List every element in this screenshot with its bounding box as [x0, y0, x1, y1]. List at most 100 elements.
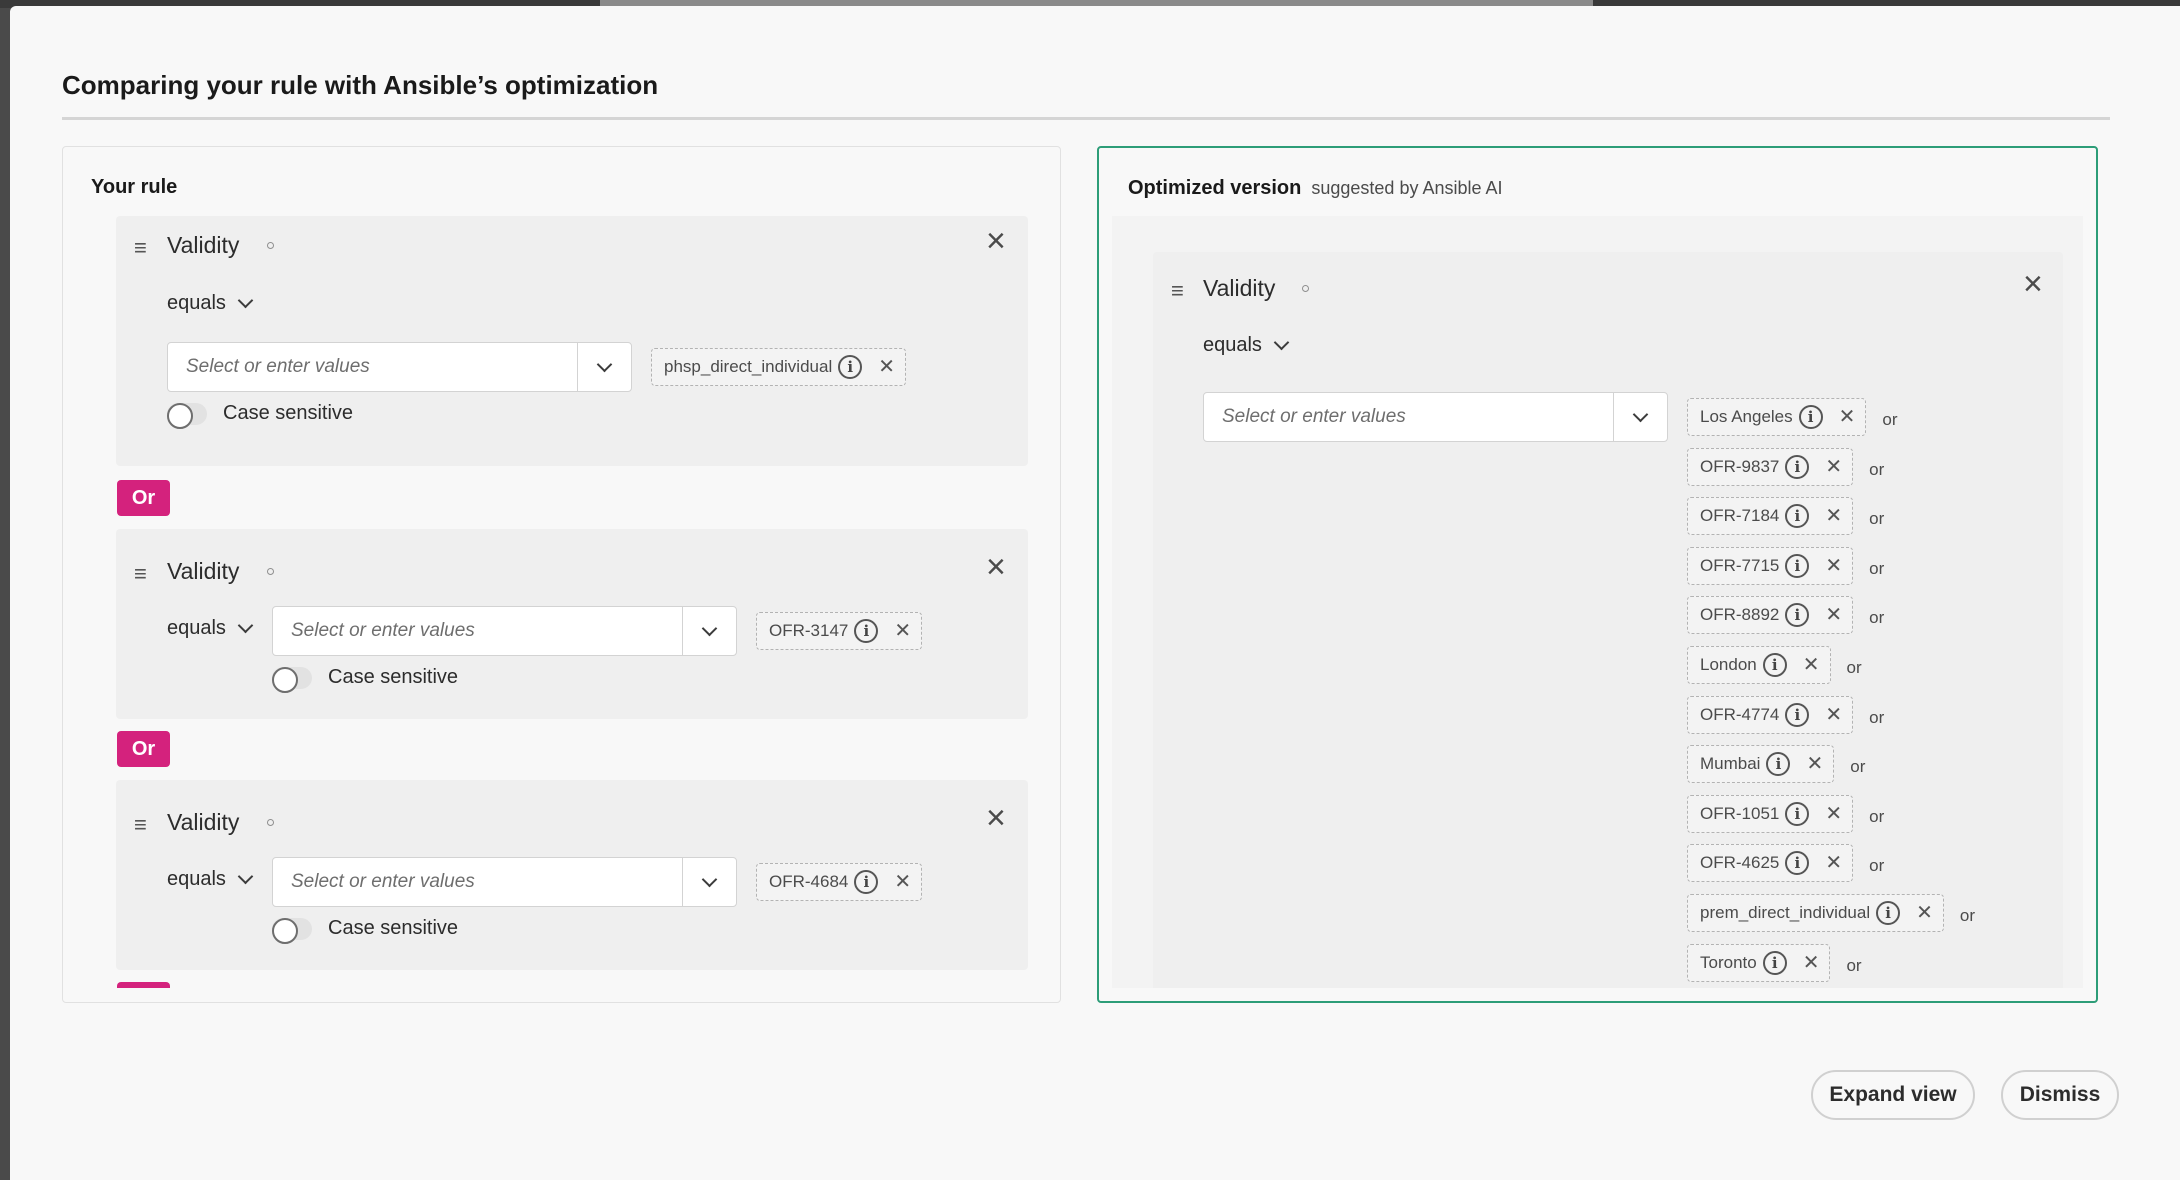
values-input[interactable]: Select or enter values [1204, 406, 1613, 428]
operator-label: equals [167, 868, 226, 890]
value-tag-label: OFR-1051 [1700, 804, 1780, 823]
expand-view-button[interactable]: Expand view [1811, 1070, 1975, 1120]
dismiss-button[interactable]: Dismiss [2001, 1070, 2119, 1120]
drag-handle-icon[interactable]: ≡ [134, 563, 147, 585]
remove-condition-icon[interactable]: × [986, 801, 1006, 835]
optimized-tag-row: Toronto i ✕ or [1687, 944, 1862, 982]
remove-tag-icon[interactable]: ✕ [1825, 556, 1842, 576]
optimized-tag-row: Los Angeles i ✕ or [1687, 398, 1898, 436]
value-tag: OFR-1051 i ✕ [1687, 795, 1854, 833]
value-tag: Los Angeles i ✕ [1687, 398, 1867, 436]
info-icon[interactable]: i [1762, 653, 1787, 677]
info-icon[interactable]: i [854, 619, 879, 643]
remove-tag-icon[interactable]: ✕ [1916, 903, 1933, 923]
values-input[interactable]: Select or enter values [273, 871, 682, 893]
remove-tag-icon[interactable]: ✕ [1825, 506, 1842, 526]
operator-dropdown[interactable]: equals [167, 292, 254, 315]
toggle-switch[interactable] [167, 402, 207, 429]
or-connector-button[interactable]: Or [117, 480, 170, 516]
or-connector-button[interactable] [117, 982, 170, 988]
value-tag: phsp_direct_individual i ✕ [651, 348, 906, 386]
value-tag-label: OFR-4625 [1700, 853, 1780, 872]
drag-handle-icon[interactable]: ≡ [1171, 280, 1184, 302]
info-icon[interactable]: i [1762, 951, 1787, 975]
remove-tag-icon[interactable]: ✕ [1825, 705, 1842, 725]
remove-condition-icon[interactable]: × [986, 224, 1006, 258]
remove-tag-icon[interactable]: ✕ [894, 872, 911, 892]
toggle-switch[interactable] [272, 666, 312, 693]
remove-tag-icon[interactable]: ✕ [1803, 655, 1820, 675]
remove-tag-icon[interactable]: ✕ [894, 621, 911, 641]
or-connector-button[interactable]: Or [117, 731, 170, 767]
dialog-title: Comparing your rule with Ansible’s optim… [62, 70, 659, 100]
values-dropdown-button[interactable] [577, 343, 631, 391]
remove-tag-icon[interactable]: ✕ [1839, 407, 1856, 427]
info-icon[interactable]: i [1785, 554, 1810, 578]
case-sensitive-toggle[interactable]: Case sensitive [272, 917, 459, 944]
optimized-condition [1153, 252, 2063, 988]
operator-dropdown[interactable]: equals [167, 868, 254, 891]
remove-tag-icon[interactable]: ✕ [1825, 605, 1842, 625]
value-tag: OFR-8892 i ✕ [1687, 596, 1854, 634]
info-icon[interactable]: i [1876, 901, 1901, 925]
info-icon[interactable]: i [1785, 802, 1810, 826]
optimized-version-label: Optimized version suggested by Ansible AI [1128, 177, 1503, 200]
remove-tag-icon[interactable]: ✕ [1825, 457, 1842, 477]
remove-tag-icon[interactable]: ✕ [878, 357, 895, 377]
optimized-scroll-area[interactable]: ≡ Validity × equals Select or enter valu… [1153, 252, 2063, 988]
value-tag-label: OFR-8892 [1700, 605, 1780, 624]
value-tag-label: OFR-3147 [769, 621, 849, 640]
case-sensitive-toggle[interactable]: Case sensitive [167, 402, 354, 429]
remove-tag-icon[interactable]: ✕ [1806, 754, 1823, 774]
info-icon[interactable]: i [1785, 455, 1810, 479]
info-icon[interactable]: i [854, 870, 879, 894]
drag-handle-icon[interactable]: ≡ [134, 237, 147, 259]
case-sensitive-label: Case sensitive [223, 402, 354, 424]
or-separator: or [1882, 410, 1898, 429]
values-input[interactable]: Select or enter values [273, 620, 682, 642]
info-icon[interactable]: i [1785, 504, 1810, 528]
toggle-switch[interactable] [272, 917, 312, 944]
value-tag-label: London [1700, 655, 1757, 674]
values-dropdown-button[interactable] [1613, 393, 1667, 441]
field-indicator-icon [267, 568, 274, 575]
value-tag: OFR-4625 i ✕ [1687, 844, 1854, 882]
info-icon[interactable]: i [1785, 851, 1810, 875]
value-tag-label: Mumbai [1700, 754, 1761, 773]
values-dropdown-button[interactable] [682, 858, 736, 906]
optimized-subtitle: suggested by Ansible AI [1311, 178, 1503, 198]
values-combobox[interactable]: Select or enter values [272, 857, 737, 907]
info-icon[interactable]: i [1785, 603, 1810, 627]
value-tag: London i ✕ [1687, 646, 1831, 684]
value-tag-label: Los Angeles [1700, 407, 1793, 426]
info-icon[interactable]: i [1798, 405, 1823, 429]
info-icon[interactable]: i [1785, 703, 1810, 727]
remove-tag-icon[interactable]: ✕ [1825, 804, 1842, 824]
case-sensitive-label: Case sensitive [328, 917, 459, 939]
operator-dropdown[interactable]: equals [1203, 334, 1290, 357]
condition-field-name: Validity [167, 232, 240, 258]
remove-condition-icon[interactable]: × [986, 550, 1006, 584]
info-icon[interactable]: i [838, 355, 863, 379]
remove-condition-icon[interactable]: × [2023, 267, 2043, 301]
optimized-tag-row: OFR-4625 i ✕ or [1687, 844, 1884, 882]
values-combobox[interactable]: Select or enter values [272, 606, 737, 656]
remove-tag-icon[interactable]: ✕ [1825, 853, 1842, 873]
condition-field-name: Validity [167, 558, 240, 584]
drag-handle-icon[interactable]: ≡ [134, 814, 147, 836]
values-input[interactable]: Select or enter values [168, 356, 577, 378]
chevron-down-icon [596, 356, 613, 372]
condition-field-name: Validity [167, 809, 240, 835]
or-separator: or [1869, 460, 1885, 479]
values-combobox[interactable]: Select or enter values [1203, 392, 1668, 442]
rule-condition-1 [116, 216, 1028, 466]
or-separator: or [1869, 608, 1885, 627]
operator-dropdown[interactable]: equals [167, 617, 254, 640]
values-dropdown-button[interactable] [682, 607, 736, 655]
your-rule-scroll-area[interactable]: ≡ Validity × equals Select or enter valu… [116, 210, 1029, 988]
remove-tag-icon[interactable]: ✕ [1803, 953, 1820, 973]
info-icon[interactable]: i [1766, 752, 1791, 776]
values-combobox[interactable]: Select or enter values [167, 342, 632, 392]
case-sensitive-toggle[interactable]: Case sensitive [272, 666, 458, 693]
chevron-down-icon [237, 292, 254, 309]
